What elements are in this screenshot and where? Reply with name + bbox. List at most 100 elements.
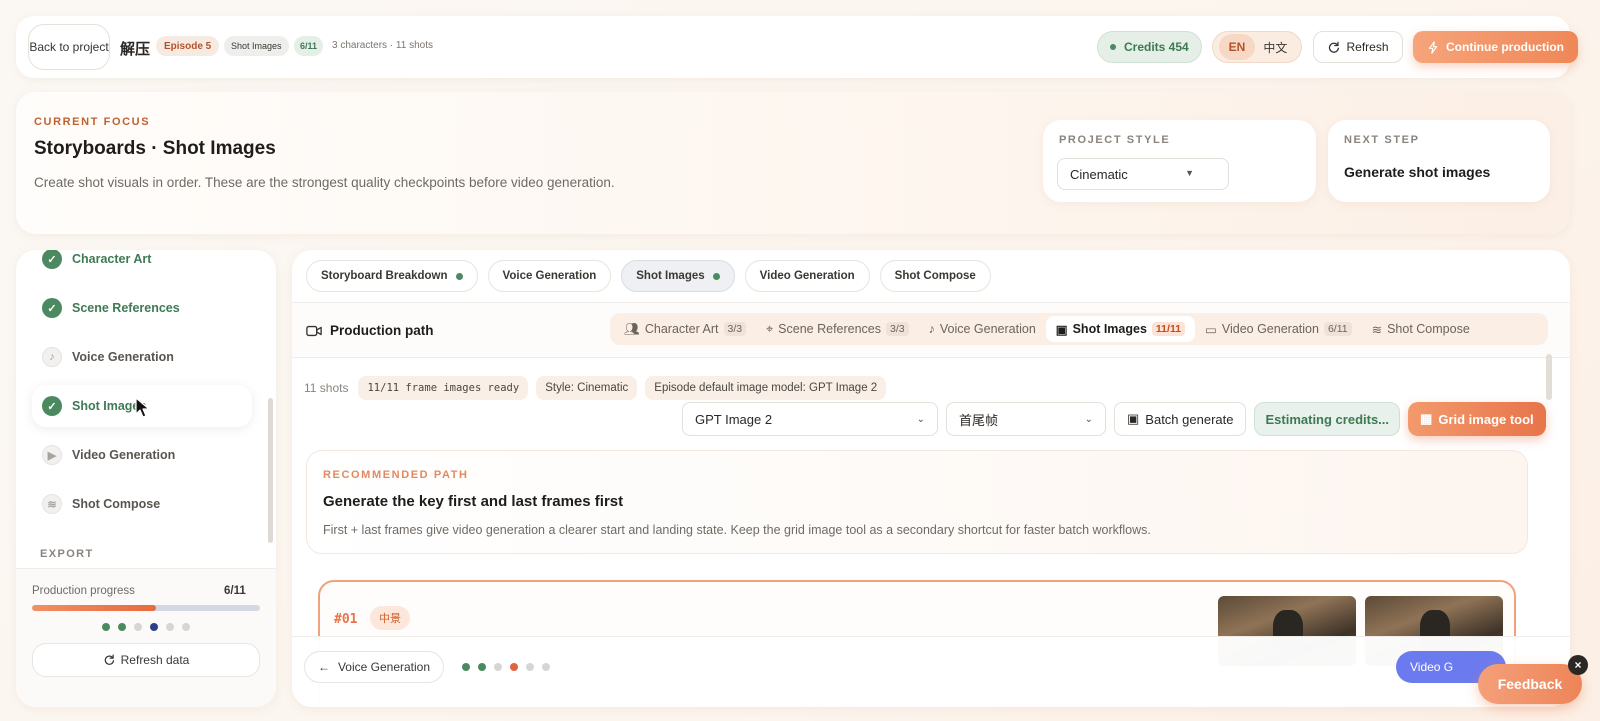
image-model-select[interactable]: GPT Image 2 ⌄ [682, 402, 938, 436]
next-step-label: NEXT STEP [1344, 134, 1420, 146]
path-step-scene-references[interactable]: ⌖ Scene References 3/3 [756, 316, 919, 342]
project-style-select[interactable]: Cinematic ▼ [1057, 158, 1229, 190]
recommended-title: Generate the key first and last frames f… [323, 493, 624, 510]
prev-stage-button[interactable]: ← Voice Generation [304, 651, 444, 683]
sidebar-item-shot-compose[interactable]: ≋ Shot Compose [32, 483, 252, 525]
batch-generate-button[interactable]: ▣ Batch generate [1114, 402, 1247, 436]
frame-mode-value: 首尾帧 [959, 412, 999, 428]
refresh-label: Refresh [1346, 40, 1389, 54]
sidebar: ✓ Character Art ✓ Scene References ♪ Voi… [16, 250, 276, 707]
refresh-icon [104, 654, 114, 665]
path-step-label: Scene References [778, 322, 882, 336]
feedback-button[interactable]: Feedback [1478, 664, 1582, 704]
top-bar: Back to project 解压 Episode 5 Shot Images… [16, 16, 1578, 78]
step-dot [166, 623, 174, 631]
project-meta: 3 characters · 11 shots [332, 40, 433, 51]
sidebar-footer: Production progress 6/11 Refresh data [16, 568, 276, 707]
back-to-project-button[interactable]: Back to project [28, 24, 110, 70]
step-dot [510, 663, 518, 671]
bottom-nav-bar: ← Voice Generation Video G [292, 636, 1570, 707]
status-dot-icon [1110, 44, 1116, 50]
chevron-down-icon: ⌄ [1084, 413, 1093, 425]
sidebar-item-character-art[interactable]: ✓ Character Art [32, 250, 252, 280]
image-icon: ▣ [1127, 411, 1140, 426]
batch-generate-label: Batch generate [1145, 411, 1234, 427]
progress-bar [32, 605, 260, 611]
status-dot-icon [455, 272, 463, 280]
continue-production-button[interactable]: Continue production [1413, 31, 1578, 63]
path-step-count: 6/11 [1323, 322, 1352, 336]
refresh-button[interactable]: Refresh [1313, 31, 1403, 63]
stage-count-badge: 6/11 [294, 36, 324, 56]
sidebar-scrollbar[interactable] [268, 398, 273, 543]
production-path-row: Production path 👥︎ Character Art 3/3 ⌖ S… [292, 302, 1570, 358]
frame-mode-select[interactable]: 首尾帧 ⌄ [946, 402, 1106, 436]
grid-image-tool-button[interactable]: ▦ Grid image tool [1408, 402, 1546, 436]
current-focus-card: CURRENT FOCUS Storyboards · Shot Images … [16, 92, 1570, 234]
refresh-icon [1329, 41, 1340, 53]
tab-shot-images[interactable]: Shot Images [621, 260, 735, 292]
progress-fill [32, 605, 157, 611]
step-dot [542, 663, 550, 671]
step-dot [134, 623, 142, 631]
status-dot-icon [712, 272, 720, 280]
progress-count: 6/11 [224, 585, 246, 597]
refresh-data-button[interactable]: Refresh data [32, 643, 260, 677]
shot-type-tag: 中景 [370, 606, 410, 630]
tab-voice-generation[interactable]: Voice Generation [487, 260, 612, 292]
production-path-heading: Production path [306, 323, 434, 338]
episode-badge: Episode 5 [156, 36, 220, 56]
project-style-label: PROJECT STYLE [1059, 134, 1171, 146]
lightning-icon [1428, 40, 1438, 54]
sidebar-item-video-generation[interactable]: ▶ Video Generation [32, 434, 252, 476]
tab-storyboard-breakdown[interactable]: Storyboard Breakdown [306, 260, 478, 292]
path-step-label: Shot Images [1072, 322, 1147, 336]
next-step-card: NEXT STEP Generate shot images [1328, 120, 1550, 202]
step-dot [462, 663, 470, 671]
tab-video-generation[interactable]: Video Generation [744, 260, 870, 292]
mouse-cursor-icon [135, 397, 150, 418]
lang-zh-button[interactable]: 中文 [1255, 33, 1295, 62]
focus-eyebrow: CURRENT FOCUS [34, 116, 151, 128]
video-icon: ▶ [42, 445, 62, 465]
path-step-voice-generation[interactable]: ♪ Voice Generation [919, 316, 1046, 342]
path-step-count: 11/11 [1151, 322, 1186, 336]
recommended-path-card: RECOMMENDED PATH Generate the key first … [306, 450, 1528, 554]
sidebar-item-scene-references[interactable]: ✓ Scene References [32, 287, 252, 329]
shots-info-row: 11 shots 11/11 frame images ready Style:… [304, 376, 887, 400]
close-icon[interactable]: × [1568, 655, 1588, 675]
path-step-count: 3/3 [723, 322, 747, 336]
progress-dots [102, 623, 190, 631]
project-title: 解压 [120, 41, 151, 58]
shots-count: 11 shots [304, 381, 349, 395]
step-dot [150, 623, 158, 631]
image-toolbar: GPT Image 2 ⌄ 首尾帧 ⌄ ▣ Batch generate Est… [682, 402, 1546, 436]
chevron-down-icon: ▼ [1185, 168, 1194, 178]
video-icon: ▭ [1205, 322, 1217, 337]
tab-shot-compose[interactable]: Shot Compose [879, 260, 991, 292]
recommended-description: First + last frames give video generatio… [323, 523, 1151, 537]
video-camera-icon [306, 325, 322, 336]
path-step-character-art[interactable]: 👥︎ Character Art 3/3 [614, 316, 756, 342]
recommended-eyebrow: RECOMMENDED PATH [323, 469, 469, 481]
production-path-label: Production path [330, 323, 434, 338]
sidebar-item-label: Character Art [72, 252, 152, 266]
language-switch: EN 中文 [1212, 31, 1302, 63]
path-step-shot-compose[interactable]: ≋ Shot Compose [1362, 316, 1480, 342]
path-step-video-generation[interactable]: ▭ Video Generation 6/11 [1195, 316, 1362, 342]
stage-tabs: Storyboard Breakdown Voice Generation Sh… [306, 260, 991, 292]
progress-label: Production progress [32, 585, 135, 597]
main-scrollbar[interactable] [1546, 354, 1552, 400]
mic-icon: ♪ [928, 322, 935, 336]
path-step-count: 3/3 [886, 322, 909, 336]
image-icon: ▣ [1055, 322, 1068, 337]
path-step-shot-images[interactable]: ▣ Shot Images 11/11 [1045, 316, 1196, 342]
path-step-label: Character Art [644, 322, 719, 336]
tab-label: Storyboard Breakdown [321, 270, 448, 282]
check-icon: ✓ [42, 396, 62, 416]
sidebar-item-voice-generation[interactable]: ♪ Voice Generation [32, 336, 252, 378]
path-steps: 👥︎ Character Art 3/3 ⌖ Scene References … [610, 313, 1548, 345]
tab-label: Voice Generation [502, 270, 597, 282]
lang-en-button[interactable]: EN [1218, 34, 1256, 60]
focus-description: Create shot visuals in order. These are … [34, 175, 615, 190]
